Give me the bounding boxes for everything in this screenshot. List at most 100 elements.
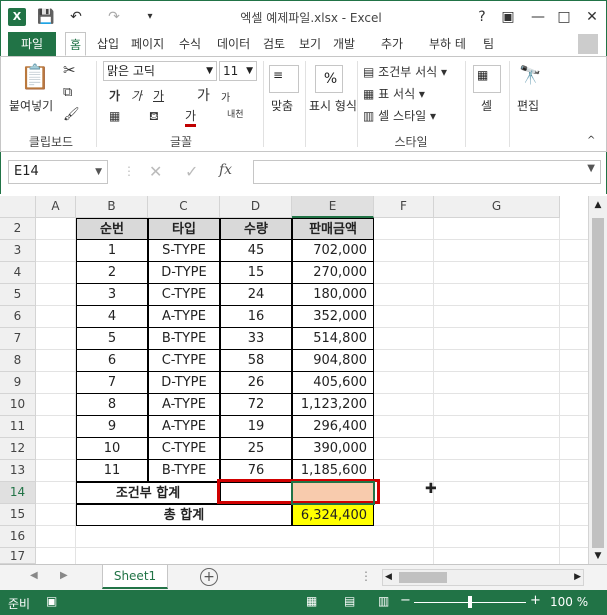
paste-button-label[interactable]: 붙여넣기 xyxy=(9,97,53,114)
scroll-down-icon[interactable]: ▼ xyxy=(589,548,607,564)
seq-cell[interactable]: 4 xyxy=(76,306,148,328)
enter-icon[interactable]: ✓ xyxy=(185,162,198,181)
type-cell[interactable]: B-TYPE xyxy=(148,460,220,482)
column-header-a[interactable]: A xyxy=(36,196,76,218)
tab-addins[interactable]: 추가 xyxy=(377,32,407,56)
name-box[interactable]: E14 ▼ xyxy=(8,160,108,184)
qty-cell[interactable]: 24 xyxy=(220,284,292,306)
tab-view[interactable]: 보기 xyxy=(295,32,325,56)
alignment-icon[interactable]: ≡ xyxy=(269,65,299,93)
percent-icon[interactable]: % xyxy=(315,65,343,93)
qty-cell[interactable]: 58 xyxy=(220,350,292,372)
row-header[interactable]: 3 xyxy=(0,240,36,262)
cut-icon[interactable]: ✂ xyxy=(63,61,76,79)
header-cell[interactable]: 순번 xyxy=(76,218,148,240)
row-header[interactable]: 2 xyxy=(0,218,36,240)
help-button[interactable]: ? xyxy=(473,8,491,26)
number-format-button-label[interactable]: 표시 형식 xyxy=(309,97,357,114)
column-header-d[interactable]: D xyxy=(220,196,292,218)
italic-button[interactable]: 가 xyxy=(131,87,142,104)
macro-record-icon[interactable]: ▣ xyxy=(46,594,57,608)
format-painter-icon[interactable]: 🖌 xyxy=(63,107,80,122)
qty-cell[interactable]: 25 xyxy=(220,438,292,460)
format-as-table-button[interactable]: ▦ 표 서식 ▾ xyxy=(363,85,425,102)
amount-cell[interactable]: 270,000 xyxy=(292,262,374,284)
amount-cell[interactable]: 1,123,200 xyxy=(292,394,374,416)
qty-cell[interactable]: 16 xyxy=(220,306,292,328)
seq-cell[interactable]: 5 xyxy=(76,328,148,350)
grand-total-value[interactable]: 6,324,400 xyxy=(292,504,374,526)
tab-data[interactable]: 데이터 xyxy=(213,32,254,56)
copy-icon[interactable]: ⧉ xyxy=(63,85,72,100)
fill-color-icon[interactable]: ⛾ xyxy=(149,109,159,125)
tab-review[interactable]: 검토 xyxy=(259,32,289,56)
header-cell[interactable]: 타입 xyxy=(148,218,220,240)
borders-icon[interactable]: ▦ xyxy=(109,109,120,123)
excel-logo-icon[interactable]: X xyxy=(8,8,26,26)
tab-page-layout[interactable]: 페이지 xyxy=(127,32,168,56)
vertical-scroll-thumb[interactable] xyxy=(592,218,604,548)
font-name-select[interactable]: 맑은 고딕 ▼ xyxy=(103,61,217,81)
cancel-icon[interactable]: ✕ xyxy=(149,162,162,181)
undo-icon[interactable]: ↶ xyxy=(67,8,85,26)
quick-access-dropdown-icon[interactable]: ▾ xyxy=(141,8,159,26)
sheet-tab-sheet1[interactable]: Sheet1 xyxy=(102,565,168,589)
amount-cell[interactable]: 702,000 xyxy=(292,240,374,262)
row-header[interactable]: 9 xyxy=(0,372,36,394)
page-layout-view-icon[interactable]: ▤ xyxy=(344,594,355,608)
tab-team[interactable]: 팀 xyxy=(479,32,498,56)
row-header[interactable]: 15 xyxy=(0,504,36,526)
amount-cell[interactable]: 352,000 xyxy=(292,306,374,328)
row-header[interactable]: 8 xyxy=(0,350,36,372)
vertical-scrollbar[interactable]: ▲ ▼ xyxy=(588,196,607,564)
type-cell[interactable]: S-TYPE xyxy=(148,240,220,262)
column-header-b[interactable]: B xyxy=(76,196,148,218)
cells-icon[interactable]: ▦ xyxy=(473,65,501,93)
type-cell[interactable]: A-TYPE xyxy=(148,416,220,438)
tab-insert[interactable]: 삽입 xyxy=(93,32,123,56)
zoom-in-button[interactable]: + xyxy=(530,593,541,608)
worksheet-grid[interactable]: A B C D E F G 2 3 4 5 6 7 8 9 10 11 12 1… xyxy=(0,196,607,564)
zoom-level[interactable]: 100 % xyxy=(550,595,588,609)
chevron-down-icon[interactable]: ▼ xyxy=(587,163,595,174)
row-header[interactable]: 6 xyxy=(0,306,36,328)
row-header[interactable]: 16 xyxy=(0,526,36,548)
tab-home[interactable]: 홈 xyxy=(65,32,87,56)
type-cell[interactable]: A-TYPE xyxy=(148,394,220,416)
chevron-down-icon[interactable]: ▼ xyxy=(95,161,102,183)
phonetic-button[interactable]: 내천 xyxy=(227,107,244,120)
seq-cell[interactable]: 10 xyxy=(76,438,148,460)
font-color-button[interactable]: 가 xyxy=(185,107,197,127)
font-size-select[interactable]: 11 ▼ xyxy=(219,61,257,81)
seq-cell[interactable]: 6 xyxy=(76,350,148,372)
seq-cell[interactable]: 3 xyxy=(76,284,148,306)
conditional-format-button[interactable]: ▤ 조건부 서식 ▾ xyxy=(363,63,447,80)
amount-cell[interactable]: 514,800 xyxy=(292,328,374,350)
minimize-button[interactable]: — xyxy=(529,8,547,26)
underline-button[interactable]: 가 xyxy=(153,87,164,104)
row-header[interactable]: 11 xyxy=(0,416,36,438)
header-cell[interactable]: 판매금액 xyxy=(292,218,374,240)
editing-button-label[interactable]: 편집 xyxy=(517,97,539,114)
page-break-view-icon[interactable]: ▥ xyxy=(378,594,389,608)
row-header-selected[interactable]: 14 xyxy=(0,482,36,504)
paste-icon[interactable]: 📋 xyxy=(19,63,51,93)
user-avatar-icon[interactable] xyxy=(578,34,598,54)
type-cell[interactable]: B-TYPE xyxy=(148,328,220,350)
close-button[interactable]: ✕ xyxy=(583,8,601,26)
column-header-f[interactable]: F xyxy=(374,196,434,218)
header-cell[interactable]: 수량 xyxy=(220,218,292,240)
row-header[interactable]: 12 xyxy=(0,438,36,460)
tab-developer[interactable]: 개발 xyxy=(329,32,359,56)
amount-cell[interactable]: 180,000 xyxy=(292,284,374,306)
normal-view-icon[interactable]: ▦ xyxy=(306,594,317,608)
type-cell[interactable]: C-TYPE xyxy=(148,350,220,372)
type-cell[interactable]: C-TYPE xyxy=(148,284,220,306)
alignment-button-label[interactable]: 맞춤 xyxy=(271,97,293,114)
font-grow-button[interactable]: 가 xyxy=(197,85,210,105)
formula-input[interactable]: ▼ xyxy=(253,160,601,184)
row-header[interactable]: 10 xyxy=(0,394,36,416)
zoom-out-button[interactable]: − xyxy=(400,593,411,608)
qty-cell[interactable]: 45 xyxy=(220,240,292,262)
horizontal-scrollbar[interactable]: ◀ ▶ xyxy=(382,569,584,586)
